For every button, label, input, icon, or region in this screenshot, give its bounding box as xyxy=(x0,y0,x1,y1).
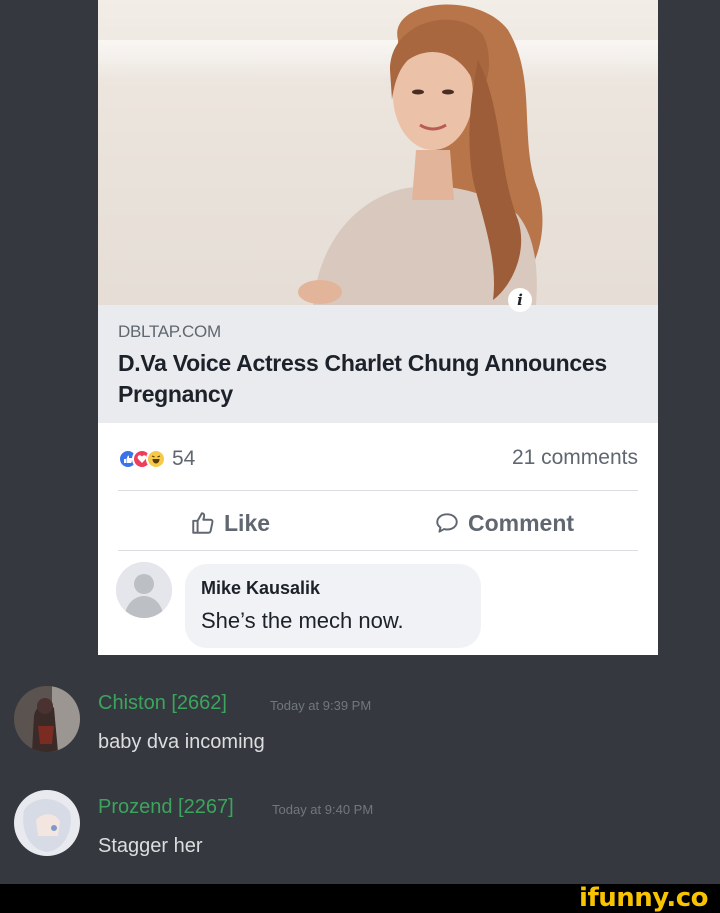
thumbs-up-icon xyxy=(192,512,214,534)
avatar[interactable] xyxy=(14,686,80,752)
message-timestamp: Today at 9:39 PM xyxy=(270,698,372,713)
comment-button[interactable]: Comment xyxy=(434,506,574,540)
avatar[interactable] xyxy=(14,790,80,856)
message-timestamp: Today at 9:40 PM xyxy=(272,802,374,817)
divider xyxy=(118,490,638,491)
comments-count-link[interactable]: 21 comments xyxy=(512,446,638,470)
divider xyxy=(118,550,638,551)
comment-bubble: Mike Kausalik She’s the mech now. xyxy=(185,564,481,648)
info-icon[interactable]: i xyxy=(508,288,532,312)
article-photo[interactable] xyxy=(98,0,658,305)
comment-text: She’s the mech now. xyxy=(201,608,404,633)
ifunny-watermark: ifunny.co xyxy=(579,883,708,913)
like-button[interactable]: Like xyxy=(190,506,270,540)
user-avatar-image xyxy=(14,686,80,752)
default-avatar-icon xyxy=(116,562,172,618)
message-username[interactable]: Prozend [2267] xyxy=(98,796,234,819)
message-text: baby dva incoming xyxy=(98,731,265,753)
comment-label: Comment xyxy=(468,509,575,536)
article-headline[interactable]: D.Va Voice Actress Charlet Chung Announc… xyxy=(118,348,618,410)
comment-author[interactable]: Mike Kausalik xyxy=(201,578,320,599)
watermark-bar: ifunny.co xyxy=(0,884,720,913)
message-text: Stagger her xyxy=(98,835,203,857)
haha-reaction-icon xyxy=(146,449,166,469)
user-avatar-image xyxy=(14,790,80,856)
reaction-count: 54 xyxy=(172,447,196,470)
comment-bubble-icon xyxy=(436,513,458,533)
reactions-summary[interactable]: 54 xyxy=(118,447,195,471)
woman-portrait xyxy=(298,4,543,305)
article-domain: DBLTAP.COM xyxy=(118,322,221,341)
commenter-avatar[interactable] xyxy=(116,562,172,618)
like-label: Like xyxy=(224,509,271,536)
message-username[interactable]: Chiston [2662] xyxy=(98,692,227,715)
